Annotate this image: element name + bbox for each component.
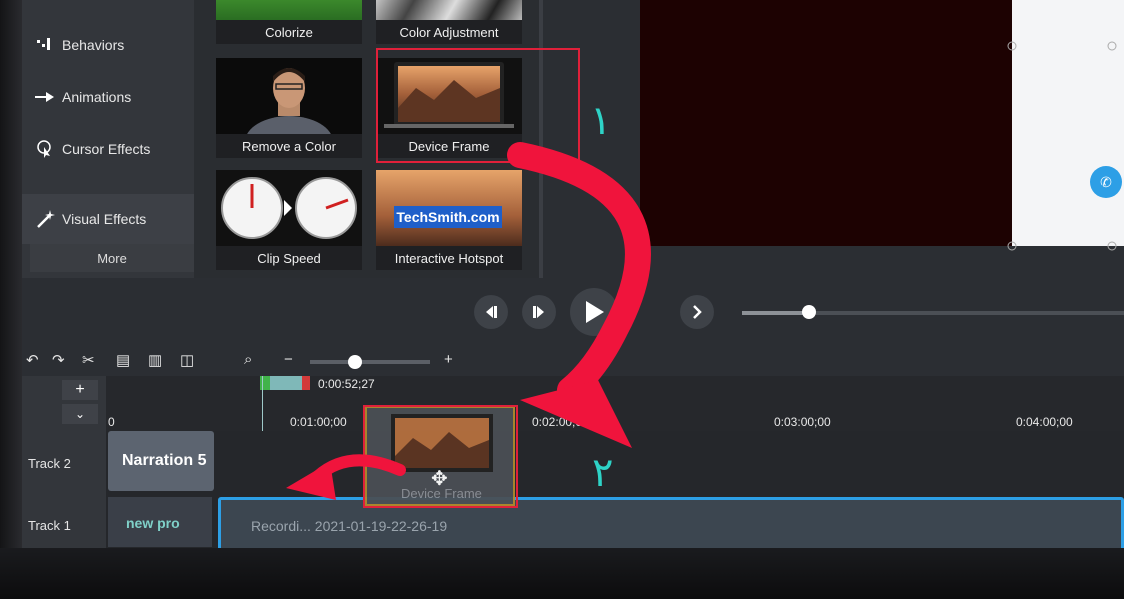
arrow-head-main [520, 380, 632, 448]
step-marker-1: ١ [590, 98, 612, 144]
arrow-head-small [286, 462, 336, 500]
annotation-arrows [286, 142, 651, 500]
arrow-curve-main [507, 142, 651, 403]
step-marker-2: ٢ [592, 450, 614, 496]
